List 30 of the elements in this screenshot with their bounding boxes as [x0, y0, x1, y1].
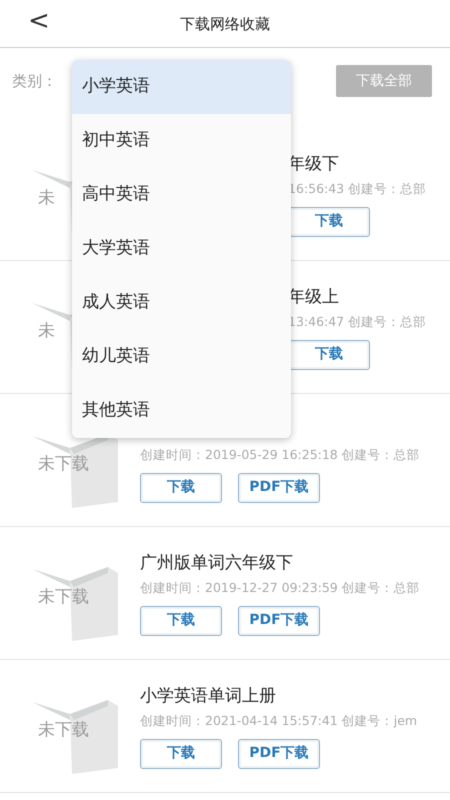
item-title: 小学英语单词上册 [140, 685, 277, 708]
status-label: 未下载 [38, 453, 89, 476]
download-button[interactable]: 下载 [140, 738, 222, 769]
dropdown-option[interactable]: 其他英语 [72, 384, 291, 438]
download-button[interactable]: PDF下载 [238, 472, 320, 503]
download-button[interactable]: 下载 [288, 206, 370, 237]
status-label: 未 [38, 187, 55, 210]
download-button[interactable]: PDF下载 [238, 606, 320, 636]
dropdown-option[interactable]: 成人英语 [72, 276, 291, 330]
item-meta: 创建时间：2019-12-27 09:23:59 创建号：总部 [140, 579, 420, 597]
dropdown-option[interactable]: 高中英语 [72, 168, 291, 222]
download-button[interactable]: 下载 [288, 340, 370, 370]
dropdown-option[interactable]: 大学英语 [72, 222, 291, 276]
dropdown-option[interactable]: 幼儿英语 [72, 330, 291, 384]
item-meta: 16:56:43 创建号：总部 [288, 180, 426, 198]
dropdown-option[interactable]: 初中英语 [72, 114, 291, 168]
status-label: 未下载 [38, 719, 89, 742]
download-button[interactable]: 下载 [140, 472, 222, 503]
item-meta: 创建时间：2019-05-29 16:25:18 创建号：总部 [140, 446, 420, 464]
item-meta: 13:46:47 创建号：总部 [288, 313, 426, 331]
download-button[interactable]: 下载 [140, 606, 222, 636]
status-label: 未下载 [38, 586, 89, 609]
download-button[interactable]: PDF下载 [238, 738, 320, 769]
status-label: 未 [38, 320, 55, 343]
dropdown-option[interactable]: 小学英语 [72, 60, 291, 114]
category-label: 类别： [12, 70, 57, 92]
page-title: 下载网络收藏 [180, 14, 270, 34]
back-button[interactable]: < [22, 6, 56, 36]
item-meta: 创建时间：2021-04-14 15:57:41 创建号：jem [140, 712, 418, 730]
item-title: 广州版单词六年级下 [140, 552, 294, 575]
